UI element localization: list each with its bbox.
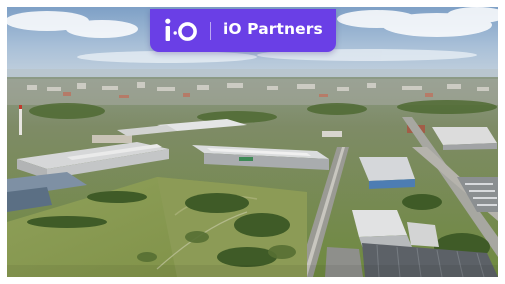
brand-name: iO Partners: [223, 20, 323, 38]
io-monogram-icon: [165, 18, 197, 41]
brand-banner: iO Partners: [150, 9, 336, 52]
logo-divider: [210, 22, 211, 40]
photo-frame: iO Partners: [7, 7, 498, 277]
